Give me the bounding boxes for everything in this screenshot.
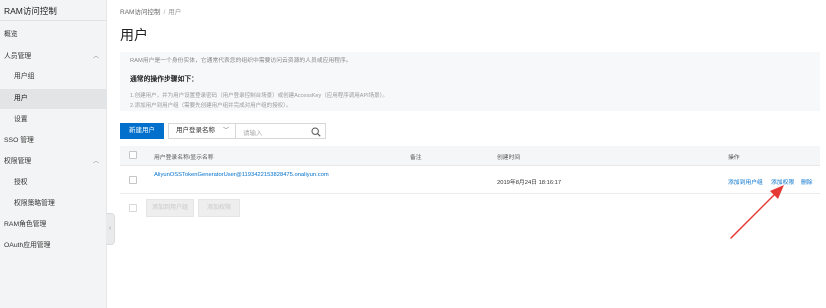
breadcrumb-current: 用户 <box>168 9 182 16</box>
notice-description: RAM用户是一个身份实体，它通常代表您的组织中需要访问云资源的人员或应用程序。 <box>130 58 352 64</box>
sidebar-item-label: SSO 管理 <box>4 137 34 144</box>
chevron-up-icon: ︿ <box>92 159 99 165</box>
delete-user-link[interactable]: 删除 <box>801 177 813 186</box>
column-header-name: 用户登录名称/显示名称 <box>154 155 214 161</box>
sidebar-item-roles[interactable]: RAM角色管理 <box>0 215 107 235</box>
table-header: 用户登录名称/显示名称 备注 创建时间 操作 <box>120 146 820 166</box>
sidebar-item-oauth[interactable]: OAuth应用管理 <box>0 236 107 256</box>
search-input[interactable]: 请输入 <box>236 123 326 139</box>
add-permission-link[interactable]: 添加权限 <box>771 177 794 186</box>
chevron-down-icon: ﹀ <box>222 128 229 134</box>
sidebar-item-label: 授权 <box>14 179 28 186</box>
sidebar-item-groups[interactable]: 用户组 <box>0 67 107 87</box>
add-to-group-link[interactable]: 添加到用户组 <box>728 177 763 186</box>
sidebar-item-identities[interactable]: 人员管理 ︿ <box>0 47 107 67</box>
chevron-up-icon: ︿ <box>92 54 99 60</box>
sidebar-item-label: 设置 <box>14 116 28 123</box>
page-title: 用户 <box>120 27 148 43</box>
notice-subtitle: 通常的操作步骤如下： <box>130 76 198 83</box>
breadcrumb-separator: / <box>163 9 166 16</box>
row-checkbox[interactable] <box>129 176 137 184</box>
sidebar-item-label: OAuth应用管理 <box>4 242 51 249</box>
notice-step-2: 2.添加用户到用户组（需要先创建用户组并完成对用户组的授权）。 <box>130 103 292 109</box>
sidebar-title: RAM访问控制 <box>4 6 57 16</box>
sidebar-item-permissions[interactable]: 权限管理 ︿ <box>0 152 107 172</box>
sidebar-item-policies[interactable]: 权限策略管理 <box>0 194 107 214</box>
column-header-created: 创建时间 <box>497 155 521 161</box>
sidebar-item-users[interactable]: 用户 <box>0 89 107 109</box>
user-created-time: 2019年8月24日 18:16:17 <box>497 180 562 186</box>
search-field-select[interactable]: 用户登录名称 ﹀ <box>168 123 236 139</box>
info-notice: RAM用户是一个身份实体，它通常代表您的组织中需要访问云资源的人员或应用程序。 … <box>120 52 820 111</box>
sidebar-item-label: 概览 <box>4 31 18 38</box>
sidebar-item-grants[interactable]: 授权 <box>0 173 107 193</box>
sidebar-item-label: RAM角色管理 <box>4 221 47 228</box>
column-header-note: 备注 <box>410 155 422 161</box>
batch-add-to-group-button[interactable]: 添加到用户组 <box>146 199 194 217</box>
sidebar-item-overview[interactable]: 概览 <box>0 25 107 45</box>
sidebar-item-label: 人员管理 <box>4 53 32 60</box>
breadcrumb-root[interactable]: RAM访问控制 <box>120 9 160 16</box>
breadcrumb: RAM访问控制 / 用户 <box>120 6 181 16</box>
column-header-actions: 操作 <box>728 155 740 161</box>
search-icon[interactable] <box>311 127 321 137</box>
sidebar-item-settings[interactable]: 设置 <box>0 110 107 130</box>
create-user-button[interactable]: 新建用户 <box>120 123 164 139</box>
sidebar-collapse-handle[interactable]: ‹ <box>106 213 115 245</box>
table-row: AliyunOSSTokenGeneratorUser@119342215382… <box>120 166 820 194</box>
user-name-link[interactable]: AliyunOSSTokenGeneratorUser@119342215382… <box>154 172 329 178</box>
sidebar-item-label: 权限管理 <box>4 158 32 165</box>
sidebar-item-label: 权限策略管理 <box>14 200 55 207</box>
sidebar-divider <box>0 20 107 21</box>
sidebar-item-label: 用户组 <box>14 73 35 80</box>
sidebar-item-sso[interactable]: SSO 管理 <box>0 131 107 151</box>
sidebar-item-label: 用户 <box>14 95 28 102</box>
batch-add-permission-button[interactable]: 添加权限 <box>198 199 240 217</box>
footer-select-all-checkbox[interactable] <box>129 204 137 212</box>
ram-console: RAM访问控制 概览 人员管理 ︿ 用户组 用户 设置 SSO 管理 权限管理 … <box>0 0 826 308</box>
search-placeholder: 请输入 <box>243 130 263 137</box>
batch-actions: 添加到用户组 添加权限 <box>120 199 320 217</box>
select-value: 用户登录名称 <box>176 127 215 134</box>
chevron-left-icon: ‹ <box>108 225 112 232</box>
sidebar: RAM访问控制 概览 人员管理 ︿ 用户组 用户 设置 SSO 管理 权限管理 … <box>0 0 107 308</box>
notice-step-1: 1.创建用户，并为用户设置登录密码（用户登录控制台场景）或创建AccessKey… <box>130 93 388 99</box>
select-all-checkbox[interactable] <box>129 151 137 159</box>
